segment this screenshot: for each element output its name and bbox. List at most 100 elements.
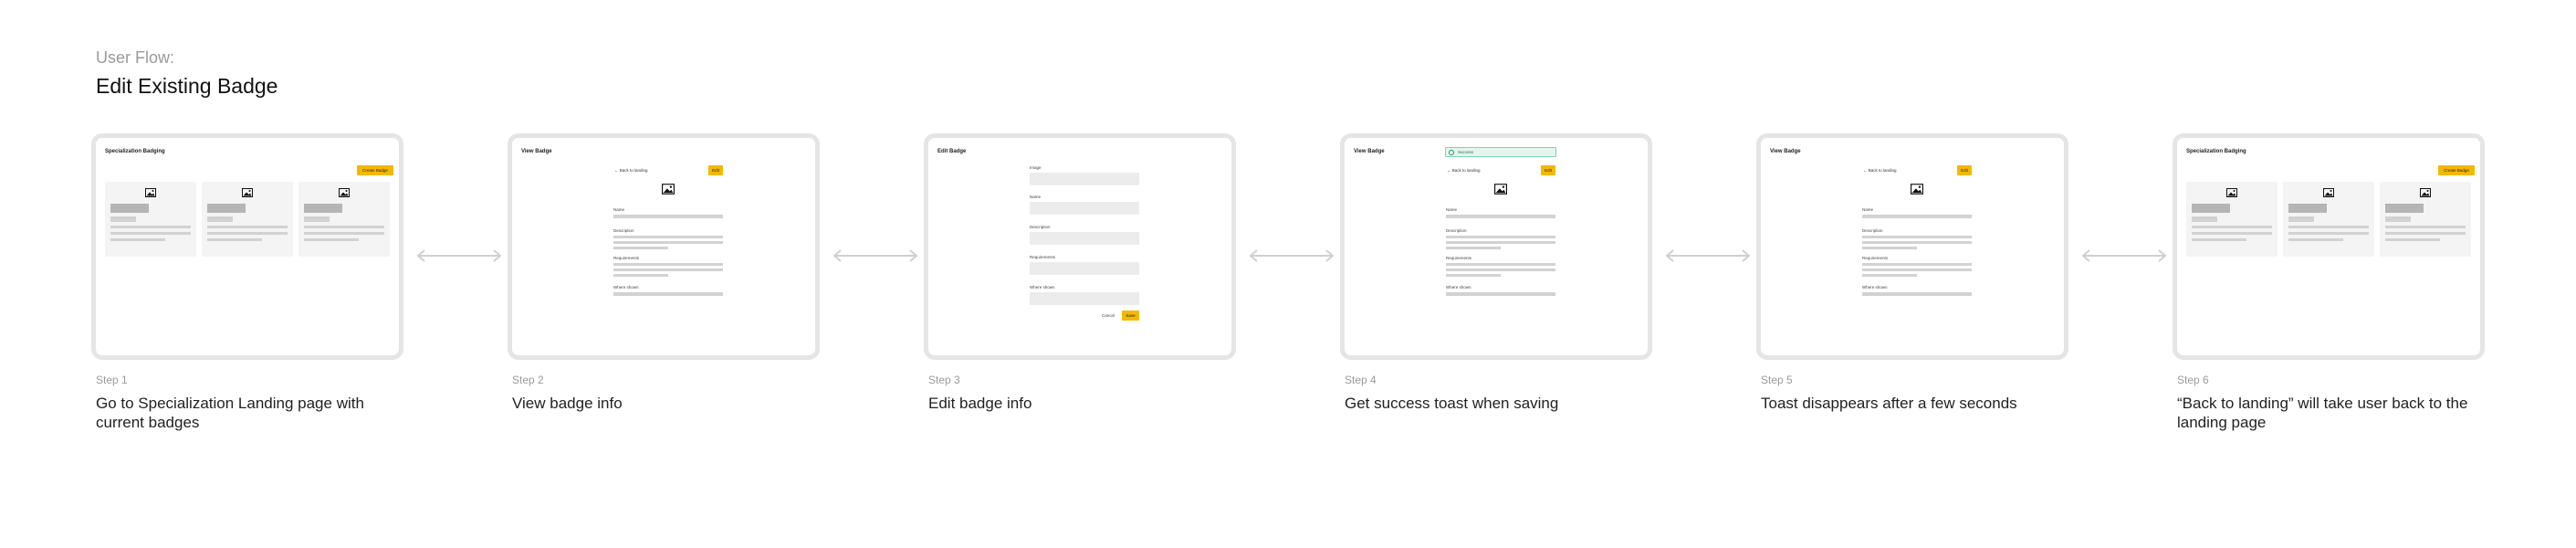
step-number: Step 5 bbox=[1761, 374, 1793, 386]
description-line bbox=[1446, 247, 1501, 249]
edit-button[interactable]: Edit bbox=[1541, 165, 1555, 175]
requirements-line bbox=[1862, 274, 1917, 277]
card-subtitle-placeholder bbox=[110, 216, 136, 222]
description-label: Description bbox=[613, 228, 634, 233]
badge-card[interactable] bbox=[202, 182, 293, 257]
step-6-frame: Specialization Badging Create Badge bbox=[2173, 133, 2485, 360]
card-title-placeholder bbox=[207, 204, 246, 213]
edit-button[interactable]: Edit bbox=[708, 165, 723, 175]
description-line bbox=[1446, 241, 1555, 244]
badge-card[interactable] bbox=[2283, 182, 2374, 257]
requirements-line bbox=[1862, 263, 1972, 266]
step-6: Specialization Badging Create Badge Step… bbox=[2173, 133, 2485, 432]
step-description: Edit badge info bbox=[928, 395, 1032, 412]
name-field[interactable] bbox=[1030, 202, 1139, 215]
card-text-line bbox=[207, 232, 288, 235]
requirements-line bbox=[1446, 263, 1555, 266]
step-description: Get success toast when saving bbox=[1345, 395, 1559, 412]
save-button[interactable]: Save bbox=[1122, 311, 1139, 321]
requirements-line bbox=[613, 269, 723, 271]
step-2: View Badge ← Back to landing Edit Name D… bbox=[508, 133, 820, 413]
card-text-line bbox=[207, 226, 288, 228]
back-to-landing-link[interactable]: ← Back to landing bbox=[1447, 168, 1481, 173]
landing-title: Specialization Badging bbox=[105, 149, 165, 154]
create-badge-button[interactable]: Create Badge bbox=[2438, 165, 2475, 175]
where-shown-label: Where shown bbox=[1862, 285, 1888, 290]
where-shown-label: Where shown bbox=[1446, 285, 1471, 290]
card-title-placeholder bbox=[2385, 204, 2424, 213]
where-shown-label: Where shown bbox=[1030, 285, 1055, 290]
name-value-placeholder bbox=[1862, 215, 1972, 218]
requirements-line bbox=[1446, 269, 1555, 271]
back-to-landing-link[interactable]: ← Back to landing bbox=[614, 168, 648, 173]
image-icon bbox=[2323, 188, 2334, 197]
card-text-line bbox=[110, 226, 191, 228]
step-5-frame: View Badge ← Back to landing Edit Name D… bbox=[1756, 133, 2068, 360]
image-field[interactable] bbox=[1030, 173, 1139, 185]
name-label: Name bbox=[1446, 207, 1458, 212]
badge-card[interactable] bbox=[2186, 182, 2278, 257]
card-subtitle-placeholder bbox=[207, 216, 233, 222]
card-title-placeholder bbox=[2192, 204, 2230, 213]
name-value-placeholder bbox=[1446, 215, 1555, 218]
description-line bbox=[1862, 247, 1917, 249]
badge-card[interactable] bbox=[105, 182, 196, 257]
view-badge-title: View Badge bbox=[521, 149, 552, 154]
landing-title: Specialization Badging bbox=[2186, 149, 2246, 154]
name-label: Name bbox=[1862, 207, 1874, 212]
card-text-line bbox=[304, 226, 384, 228]
back-to-landing-link[interactable]: ← Back to landing bbox=[1863, 168, 1897, 173]
image-icon bbox=[2226, 188, 2237, 197]
flow-title: Edit Existing Badge bbox=[96, 74, 278, 98]
card-text-line bbox=[2288, 238, 2343, 241]
description-line bbox=[613, 241, 723, 244]
back-link-label: Back to landing bbox=[1451, 168, 1481, 173]
step-3-frame: Edit Badge Image Name Description Requir… bbox=[924, 133, 1236, 360]
requirements-field[interactable] bbox=[1030, 262, 1139, 275]
card-text-line bbox=[110, 238, 165, 241]
cancel-button[interactable]: Cancel bbox=[1102, 313, 1115, 318]
requirements-line bbox=[1862, 269, 1972, 271]
badge-card[interactable] bbox=[2380, 182, 2471, 257]
step-5: View Badge ← Back to landing Edit Name D… bbox=[1756, 133, 2068, 413]
requirements-line bbox=[1446, 274, 1501, 277]
success-toast: Success bbox=[1445, 147, 1556, 157]
card-subtitle-placeholder bbox=[2385, 216, 2411, 222]
step-2-frame: View Badge ← Back to landing Edit Name D… bbox=[508, 133, 820, 360]
requirements-label: Requirements bbox=[613, 256, 640, 260]
step-1-frame: Specialization Badging Create Badge bbox=[91, 133, 403, 360]
image-icon bbox=[242, 188, 253, 197]
requirements-line bbox=[613, 263, 723, 266]
description-label: Description bbox=[1030, 225, 1051, 229]
description-line bbox=[613, 247, 668, 249]
where-shown-label: Where shown bbox=[613, 285, 639, 290]
double-arrow-icon bbox=[1665, 249, 1751, 262]
image-icon bbox=[1494, 184, 1507, 195]
where-shown-field[interactable] bbox=[1030, 292, 1139, 305]
card-text-line bbox=[2192, 238, 2246, 241]
description-line bbox=[1862, 241, 1972, 244]
step-1: Specialization Badging Create Badge Step… bbox=[91, 133, 403, 432]
badge-card[interactable] bbox=[298, 182, 390, 257]
description-line bbox=[613, 236, 723, 238]
card-text-line bbox=[207, 238, 262, 241]
step-number: Step 3 bbox=[928, 374, 960, 386]
card-text-line bbox=[2385, 232, 2466, 235]
create-badge-button[interactable]: Create Badge bbox=[357, 165, 393, 175]
requirements-label: Requirements bbox=[1030, 255, 1056, 259]
requirements-label: Requirements bbox=[1862, 256, 1889, 260]
edit-badge-title: Edit Badge bbox=[937, 149, 967, 154]
edit-button[interactable]: Edit bbox=[1957, 165, 1972, 175]
back-link-label: Back to landing bbox=[1868, 168, 1897, 173]
name-value-placeholder bbox=[613, 215, 723, 218]
step-description: Toast disappears after a few seconds bbox=[1761, 395, 2017, 412]
step-description: “Back to landing” will take user back to… bbox=[2177, 395, 2468, 431]
flow-header: User Flow: Edit Existing Badge bbox=[96, 47, 277, 99]
image-icon bbox=[2420, 188, 2431, 197]
description-field[interactable] bbox=[1030, 232, 1139, 245]
image-icon bbox=[1911, 184, 1923, 195]
description-line bbox=[1862, 236, 1972, 238]
card-title-placeholder bbox=[304, 204, 342, 213]
step-3: Edit Badge Image Name Description Requir… bbox=[924, 133, 1236, 413]
image-label: Image bbox=[1030, 165, 1042, 170]
